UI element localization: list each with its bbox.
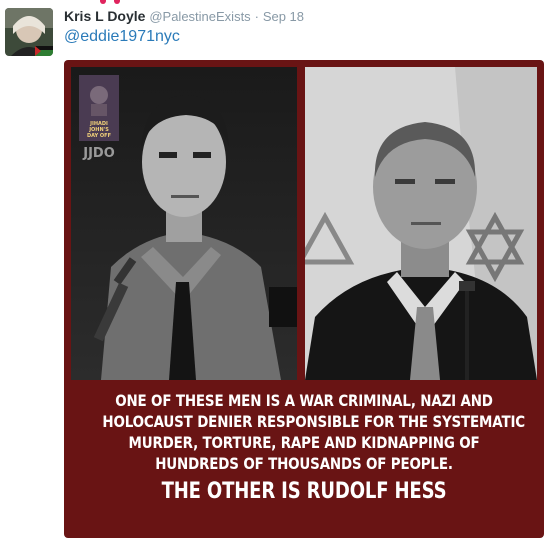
like-indicator-icon — [114, 0, 120, 4]
caption-punchline: THE OTHER IS RUDOLF HESS — [161, 479, 447, 504]
jjdo-logo: JIHADI JOHN'S DAY OFF JJDO — [79, 75, 119, 165]
mention-link[interactable]: @eddie1971nyc — [64, 28, 180, 46]
tweet-header: Kris L Doyle @PalestineExists · Sep 18 — [64, 7, 304, 26]
user-avatar-photo-icon — [5, 8, 53, 56]
header-separator: · — [254, 9, 259, 24]
previous-tweet-actions-strip — [60, 0, 260, 5]
caption-text: ONE OF THESE MEN IS A WAR CRIMINAL, NAZI… — [64, 390, 544, 507]
tweet-timestamp[interactable]: Sep 18 — [263, 9, 304, 24]
like-indicator-icon — [100, 0, 106, 4]
author-avatar[interactable] — [5, 8, 53, 56]
caption-line-2: HOLOCAUST DENIER RESPONSIBLE FOR THE SYS… — [102, 412, 525, 431]
left-photo: JIHADI JOHN'S DAY OFF JJDO — [71, 67, 297, 380]
right-photo — [305, 67, 537, 380]
author-name[interactable]: Kris L Doyle — [64, 8, 145, 24]
caption-line-4: HUNDREDS OF THOUSANDS OF PEOPLE. — [155, 454, 453, 473]
caption-line-1: ONE OF THESE MEN IS A WAR CRIMINAL, NAZI… — [115, 391, 493, 410]
author-handle[interactable]: @PalestineExists — [149, 9, 250, 24]
tweet-media-image[interactable]: JIHADI JOHN'S DAY OFF JJDO ONE OF THESE … — [64, 60, 544, 538]
caption-line-3: MURDER, TORTURE, RAPE AND KIDNAPPING OF — [128, 433, 480, 452]
logo-subtext-3: DAY OFF — [87, 133, 111, 139]
logo-text: JJDO — [82, 146, 115, 161]
